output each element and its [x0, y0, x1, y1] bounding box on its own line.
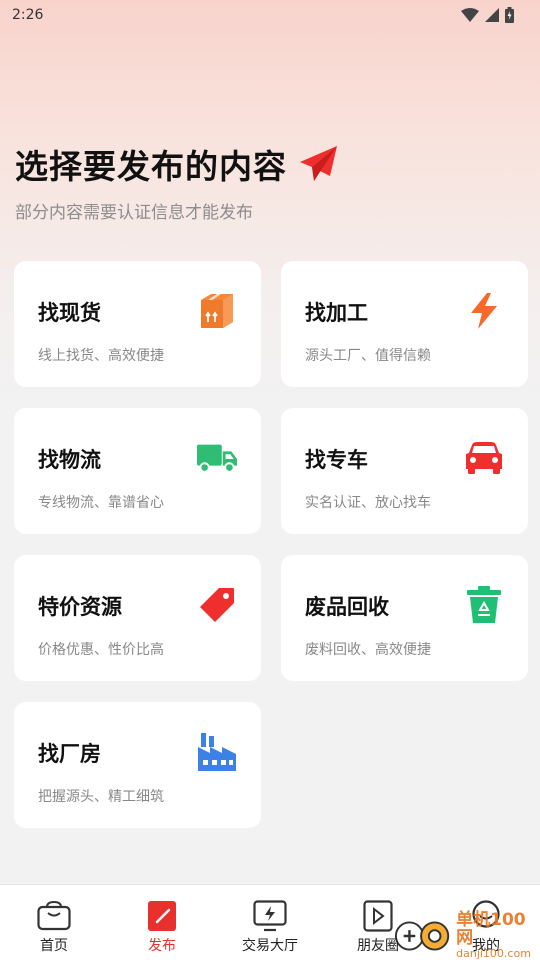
- watermark: 单机100网 danji100.com: [392, 912, 540, 960]
- watermark-logo-icon: [394, 921, 450, 951]
- signal-icon: [485, 8, 499, 22]
- battery-icon: [505, 7, 514, 23]
- page-title: 选择要发布的内容: [15, 147, 287, 186]
- tab-publish[interactable]: 发布: [108, 885, 216, 955]
- card-find-factory[interactable]: 找厂房 把握源头、精工细筑: [14, 702, 261, 828]
- home-bag-icon: [37, 899, 71, 933]
- card-find-stock[interactable]: 找现货 线上找货、高效便捷: [14, 261, 261, 387]
- tab-trade-hall[interactable]: 交易大厅: [216, 885, 324, 955]
- card-desc: 线上找货、高效便捷: [38, 348, 164, 364]
- card-desc: 专线物流、靠谱省心: [38, 495, 164, 511]
- status-time: 2:26: [12, 7, 44, 23]
- card-find-logistics[interactable]: 找物流 专线物流、靠谱省心: [14, 408, 261, 534]
- price-tag-icon: [197, 585, 237, 625]
- tab-label: 交易大厅: [242, 938, 298, 954]
- card-desc: 废料回收、高效便捷: [305, 642, 431, 658]
- publish-options-grid: 找现货 线上找货、高效便捷 找加工 源头工厂、值得信赖 找物流 专线物流、靠谱省…: [14, 261, 528, 828]
- trade-hall-icon: [253, 899, 287, 933]
- tab-home[interactable]: 首页: [0, 885, 108, 955]
- wifi-icon: [461, 8, 479, 22]
- status-icons: [461, 7, 514, 23]
- car-icon: [464, 438, 504, 478]
- paper-plane-icon: [300, 146, 337, 181]
- publish-icon: [145, 899, 179, 933]
- watermark-url: danji100.com: [456, 947, 531, 960]
- page-subtitle: 部分内容需要认证信息才能发布: [15, 203, 253, 223]
- box-icon: [197, 291, 237, 331]
- card-find-processing[interactable]: 找加工 源头工厂、值得信赖: [281, 261, 528, 387]
- card-special-price[interactable]: 特价资源 价格优惠、性价比高: [14, 555, 261, 681]
- card-desc: 实名认证、放心找车: [305, 495, 431, 511]
- watermark-text: 单机100网: [456, 910, 526, 949]
- tab-label: 首页: [40, 938, 68, 954]
- status-bar: 2:26: [0, 0, 540, 30]
- card-desc: 价格优惠、性价比高: [38, 642, 164, 658]
- moments-icon: [361, 899, 395, 933]
- truck-icon: [197, 438, 237, 478]
- page-header: 选择要发布的内容 部分内容需要认证信息才能发布: [15, 140, 339, 223]
- factory-icon: [197, 732, 237, 772]
- card-desc: 把握源头、精工细筑: [38, 789, 164, 805]
- recycle-bin-icon: [464, 585, 504, 625]
- card-desc: 源头工厂、值得信赖: [305, 348, 431, 364]
- card-find-dedicated-car[interactable]: 找专车 实名认证、放心找车: [281, 408, 528, 534]
- tab-label: 发布: [148, 938, 176, 954]
- card-scrap-recycling[interactable]: 废品回收 废料回收、高效便捷: [281, 555, 528, 681]
- lightning-icon: [464, 291, 504, 331]
